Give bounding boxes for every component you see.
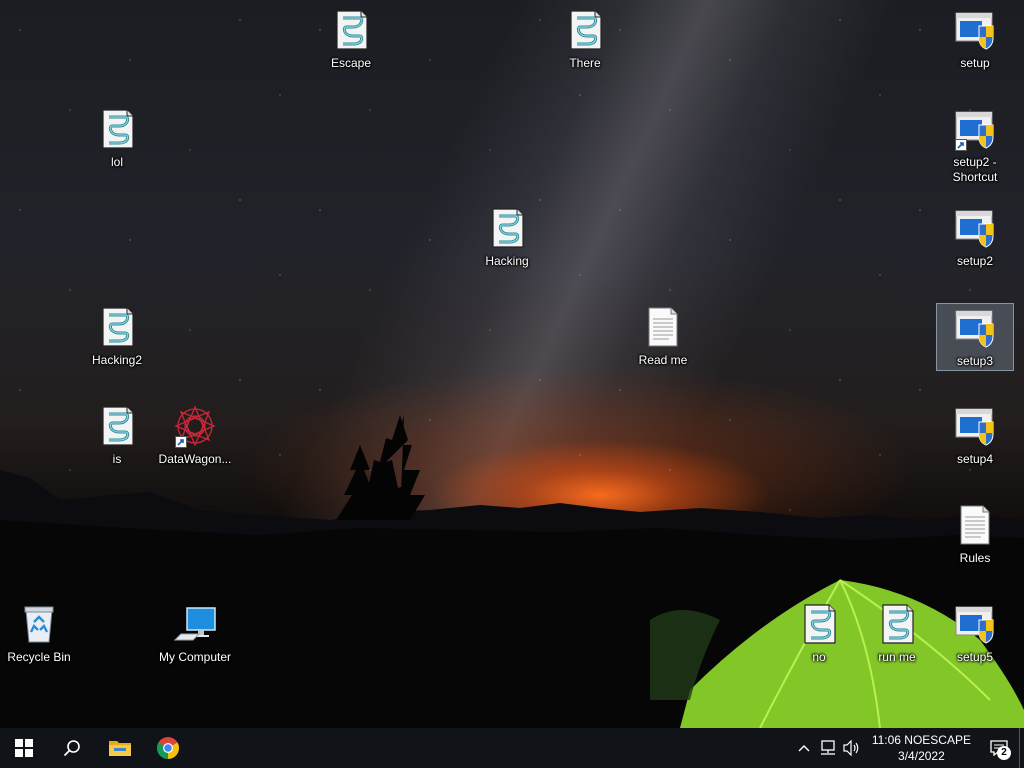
icon-label: lol bbox=[110, 155, 123, 169]
installer-icon bbox=[953, 206, 997, 250]
icon-label: setup5 bbox=[956, 650, 994, 664]
desktop-icon-my-computer[interactable]: My Computer bbox=[156, 600, 234, 665]
icon-label: Read me bbox=[638, 353, 688, 367]
script-icon bbox=[485, 206, 529, 250]
installer-icon bbox=[953, 8, 997, 52]
desktop-icon-rules[interactable]: Rules bbox=[936, 501, 1014, 566]
icon-label: setup2 bbox=[956, 254, 994, 268]
text-document-icon bbox=[953, 503, 997, 547]
search-button[interactable] bbox=[48, 728, 96, 768]
clock-time: 11:06 NOESCAPE bbox=[871, 733, 971, 747]
script-icon bbox=[797, 602, 841, 646]
shortcut-arrow-icon bbox=[175, 436, 187, 448]
text-document-icon bbox=[641, 305, 685, 349]
icon-label: DataWagon... bbox=[158, 452, 232, 466]
notification-count-badge: 2 bbox=[997, 746, 1011, 760]
desktop-icon-recycle-bin[interactable]: Recycle Bin bbox=[0, 600, 78, 665]
icon-label: is bbox=[112, 452, 122, 466]
desktop-icon-datawagon[interactable]: DataWagon... bbox=[156, 402, 234, 467]
show-desktop-button[interactable] bbox=[1019, 728, 1024, 768]
icon-label: setup bbox=[960, 56, 990, 70]
icon-label: Hacking2 bbox=[91, 353, 143, 367]
icon-label: setup3 bbox=[956, 354, 994, 368]
desktop[interactable]: Escape There setup lol setup2 - Shortcut… bbox=[0, 0, 1024, 728]
icon-label: There bbox=[569, 56, 601, 70]
chevron-up-icon bbox=[798, 745, 810, 752]
windows-logo-icon bbox=[15, 739, 33, 757]
desktop-icon-read-me[interactable]: Read me bbox=[624, 303, 702, 368]
icon-label: setup2 - Shortcut bbox=[952, 155, 998, 184]
desktop-icon-setup2[interactable]: setup2 bbox=[936, 204, 1014, 269]
installer-icon bbox=[953, 306, 997, 350]
icon-label: Recycle Bin bbox=[7, 650, 71, 664]
volume-button[interactable] bbox=[840, 728, 864, 768]
installer-icon bbox=[953, 404, 997, 448]
chrome-icon bbox=[157, 737, 179, 759]
script-icon bbox=[329, 8, 373, 52]
icon-label: setup4 bbox=[956, 452, 994, 466]
file-explorer-button[interactable] bbox=[96, 728, 144, 768]
search-icon bbox=[63, 740, 80, 757]
network-icon bbox=[820, 740, 835, 755]
desktop-icon-there[interactable]: There bbox=[546, 6, 624, 71]
desktop-icon-setup3[interactable]: setup3 bbox=[936, 303, 1014, 371]
desktop-icon-hacking2[interactable]: Hacking2 bbox=[78, 303, 156, 368]
system-tray: 11:06 NOESCAPE 3/4/2022 2 bbox=[792, 728, 1024, 768]
icon-label: run me bbox=[878, 650, 916, 664]
clock-date: 3/4/2022 bbox=[898, 749, 945, 763]
computer-icon bbox=[173, 602, 217, 646]
desktop-icon-run-me[interactable]: run me bbox=[858, 600, 936, 665]
desktop-icon-no[interactable]: no bbox=[780, 600, 858, 665]
icon-label: My Computer bbox=[158, 650, 232, 664]
action-center-button[interactable]: 2 bbox=[979, 728, 1019, 768]
clock[interactable]: 11:06 NOESCAPE 3/4/2022 bbox=[864, 732, 979, 764]
network-button[interactable] bbox=[816, 728, 840, 768]
desktop-icon-lol[interactable]: lol bbox=[78, 105, 156, 170]
start-button[interactable] bbox=[0, 728, 48, 768]
datawagon-shortcut-icon bbox=[173, 404, 217, 448]
show-hidden-icons-button[interactable] bbox=[792, 728, 816, 768]
script-icon bbox=[95, 305, 139, 349]
script-icon bbox=[563, 8, 607, 52]
icon-label: Escape bbox=[330, 56, 372, 70]
script-icon bbox=[95, 404, 139, 448]
desktop-icon-setup2-shortcut[interactable]: setup2 - Shortcut bbox=[936, 105, 1014, 185]
chrome-button[interactable] bbox=[144, 728, 192, 768]
script-icon bbox=[95, 107, 139, 151]
recycle-bin-icon bbox=[17, 602, 61, 646]
folder-icon bbox=[109, 741, 131, 756]
taskbar: 11:06 NOESCAPE 3/4/2022 2 bbox=[0, 728, 1024, 768]
desktop-icon-setup4[interactable]: setup4 bbox=[936, 402, 1014, 467]
desktop-icon-is[interactable]: is bbox=[78, 402, 156, 467]
installer-shortcut-icon bbox=[953, 107, 997, 151]
installer-icon bbox=[953, 602, 997, 646]
icon-label: no bbox=[812, 650, 826, 664]
volume-icon bbox=[843, 740, 859, 756]
script-icon bbox=[875, 602, 919, 646]
desktop-icon-setup5[interactable]: setup5 bbox=[936, 600, 1014, 665]
icon-label: Hacking bbox=[485, 254, 529, 268]
desktop-icon-setup[interactable]: setup bbox=[936, 6, 1014, 71]
icon-label: Rules bbox=[959, 551, 991, 565]
desktop-icon-escape[interactable]: Escape bbox=[312, 6, 390, 71]
desktop-icon-hacking[interactable]: Hacking bbox=[468, 204, 546, 269]
shortcut-arrow-icon bbox=[955, 139, 967, 151]
